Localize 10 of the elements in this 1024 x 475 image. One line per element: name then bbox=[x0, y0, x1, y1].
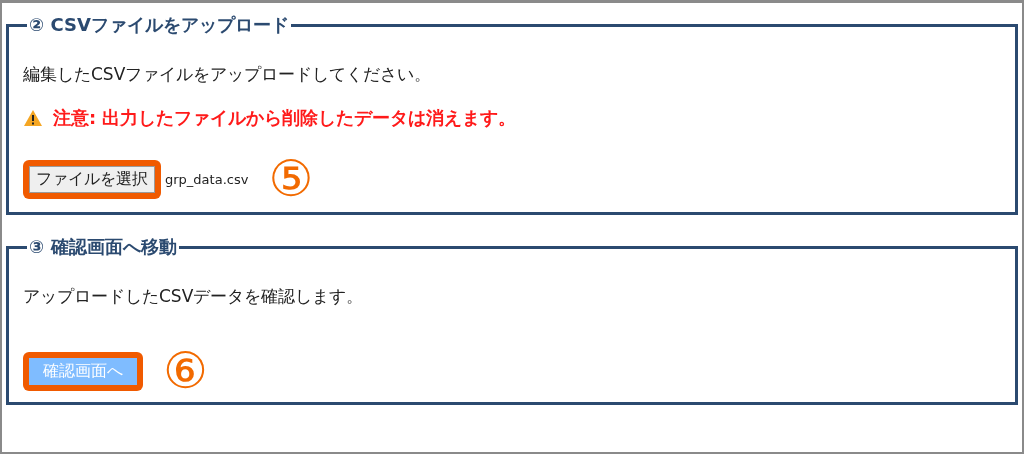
step-marker: ⑥ bbox=[163, 346, 208, 396]
section-title: ③ 確認画面へ移動 bbox=[28, 235, 178, 259]
section-title: ② CSVファイルをアップロード bbox=[28, 13, 290, 37]
description-text: アップロードしたCSVデータを確認します。 bbox=[23, 285, 365, 308]
description-text: 編集したCSVファイルをアップロードしてください。 bbox=[23, 63, 433, 86]
warning-icon bbox=[23, 109, 43, 127]
file-name: grp_data.csv bbox=[165, 171, 249, 187]
choose-file-button[interactable]: ファイルを選択 bbox=[29, 165, 155, 193]
step-marker: ⑤ bbox=[268, 154, 314, 204]
warning-text: 注意: 出力したファイルから削除したデータは消えます。 bbox=[53, 106, 517, 130]
